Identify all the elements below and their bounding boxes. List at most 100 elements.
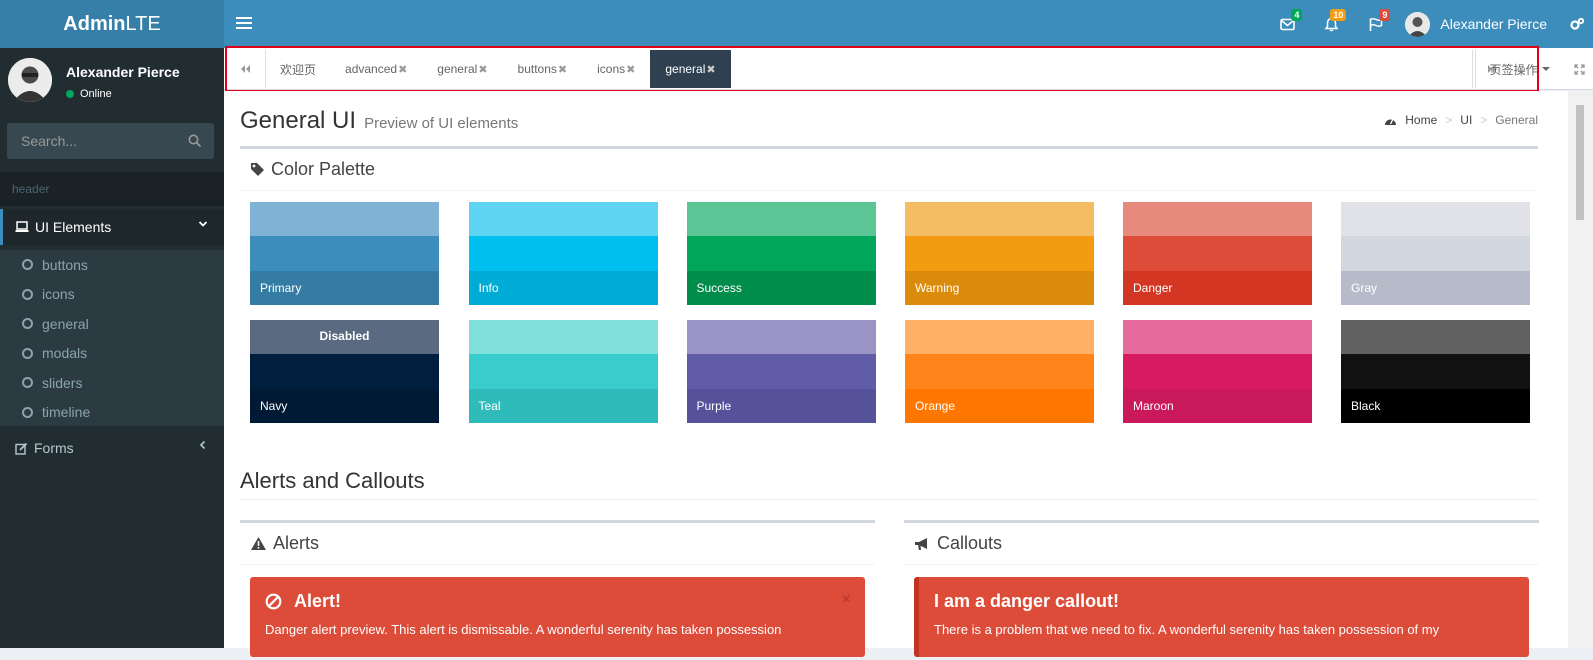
sidebar-user-name: Alexander Pierce [66, 64, 180, 80]
sidebar-item-forms[interactable]: Forms [0, 430, 224, 466]
swatch-label: Teal [478, 399, 501, 413]
swatch-label: Purple [696, 399, 732, 413]
main-sidebar: Alexander Pierce Online Search... header… [0, 48, 224, 648]
color-swatch-navy: Disabled Navy [250, 320, 439, 423]
scrollbar[interactable] [1568, 91, 1593, 648]
chevron-down-icon [198, 221, 208, 227]
sidebar-item-sliders[interactable]: sliders [0, 368, 224, 398]
color-swatch-info: Info [468, 202, 658, 305]
tab-general[interactable]: general ✖ [422, 50, 502, 88]
dashboard-icon [1385, 118, 1397, 125]
tab-buttons[interactable]: buttons ✖ [503, 50, 583, 88]
tasks-button[interactable]: 9 [1353, 0, 1397, 48]
page-subtitle: Preview of UI elements [364, 115, 519, 132]
tab-list: 欢迎页 advanced ✖ general ✖ buttons ✖ icons ✖ g… [266, 50, 731, 88]
chevron-left-icon [199, 440, 206, 450]
navbar-right: 4 10 9 Alexander Pierce [1265, 0, 1593, 48]
color-swatch-success: Success [686, 202, 876, 305]
tasks-badge: 9 [1379, 9, 1391, 21]
sidebar-search-input[interactable]: Search... [7, 123, 214, 159]
scrollbar-thumb[interactable] [1576, 105, 1584, 220]
swatch-label: Black [1351, 399, 1381, 413]
user-status: Online [66, 88, 112, 100]
close-icon[interactable]: × [842, 591, 851, 609]
swatch-label: Warning [915, 281, 960, 295]
expand-icon [1573, 63, 1585, 75]
tabs-scroll-left-button[interactable] [226, 50, 266, 88]
sidebar-toggle-icon[interactable] [236, 14, 252, 34]
color-swatch-orange: Orange [905, 320, 1094, 423]
logo[interactable]: AdminLTE [0, 0, 224, 48]
close-tab-icon[interactable]: ✖ [398, 63, 407, 76]
color-swatch-danger: Danger [1123, 202, 1312, 305]
color-palette-box: Color Palette Primary Info Success Warning D… [240, 146, 1538, 448]
tag-icon [251, 163, 264, 176]
swatch-label: Danger [1133, 281, 1173, 295]
page-title: General UI Preview of UI elements [240, 107, 519, 134]
close-tab-icon[interactable]: ✖ [706, 63, 715, 76]
color-swatch-purple: Purple [686, 320, 876, 423]
alerts-box: Alerts Alert! Danger alert preview. This… [240, 520, 875, 660]
swatch-label: Orange [915, 399, 956, 413]
laptop-icon [15, 221, 29, 232]
close-tab-icon[interactable]: ✖ [558, 63, 567, 76]
tab-welcome[interactable]: 欢迎页 [266, 50, 330, 88]
color-swatch-primary: Primary [250, 202, 439, 305]
sidebar-item-timeline[interactable]: timeline [0, 398, 224, 428]
close-tab-icon[interactable]: ✖ [478, 63, 487, 76]
disabled-label: Disabled [319, 329, 370, 343]
callout-text: There is a problem that we need to fix. … [934, 622, 1440, 637]
fullscreen-button[interactable] [1565, 50, 1593, 88]
sidebar-submenu: buttons icons general modals sliders tim… [0, 250, 224, 426]
danger-callout: I am a danger callout! There is a proble… [914, 577, 1529, 657]
circle-icon [22, 406, 33, 418]
tab-operations-dropdown[interactable]: 页签操作 [1475, 50, 1563, 88]
color-swatch-black: Black [1341, 320, 1530, 423]
caret-down-icon [1541, 67, 1550, 71]
color-swatch-gray: Gray [1341, 202, 1530, 305]
online-dot-icon [66, 90, 74, 98]
content-wrapper: General UI Preview of UI elements Home > … [224, 91, 1568, 657]
messages-button[interactable]: 4 [1265, 0, 1309, 48]
warning-icon [251, 537, 266, 550]
alerts-section-title: Alerts and Callouts [240, 468, 425, 493]
tab-bar: 欢迎页 advanced ✖ general ✖ buttons ✖ icons ✖ g… [224, 48, 1593, 90]
swatch-label: Gray [1351, 281, 1378, 295]
tab-icons[interactable]: icons ✖ [582, 50, 650, 88]
box-header: Color Palette [240, 149, 1538, 191]
swatch-label: Maroon [1133, 399, 1174, 413]
edit-icon [15, 442, 28, 455]
main-header: AdminLTE 4 10 9 Alexander Pierce [0, 0, 1593, 48]
color-swatch-maroon: Maroon [1123, 320, 1312, 423]
tab-general-active[interactable]: general ✖ [650, 50, 731, 88]
close-tab-icon[interactable]: ✖ [626, 63, 635, 76]
sidebar-item-icons[interactable]: icons [0, 280, 224, 310]
swatch-label: Success [696, 281, 742, 295]
user-menu[interactable]: Alexander Pierce [1397, 0, 1561, 48]
breadcrumb-home[interactable]: Home [1405, 113, 1437, 127]
swatch-label: Navy [260, 399, 288, 413]
callouts-box: Callouts I am a danger callout! There is… [904, 520, 1539, 660]
control-sidebar-button[interactable] [1561, 0, 1593, 48]
notifications-badge: 10 [1330, 9, 1347, 21]
circle-icon [22, 288, 33, 300]
avatar [1405, 11, 1431, 37]
sidebar-item-ui-elements[interactable]: UI Elements [0, 209, 224, 245]
tab-advanced[interactable]: advanced ✖ [330, 50, 422, 88]
section-divider [240, 499, 1538, 500]
bullhorn-icon [915, 537, 927, 550]
sidebar-item-general[interactable]: general [0, 309, 224, 339]
color-swatch-warning: Warning [905, 202, 1094, 305]
swatch-label: Info [478, 281, 499, 295]
sidebar-item-buttons[interactable]: buttons [0, 250, 224, 280]
breadcrumb-ui[interactable]: UI [1460, 113, 1472, 127]
notifications-button[interactable]: 10 [1309, 0, 1353, 48]
box-header: Callouts [904, 523, 1539, 565]
search-icon[interactable] [188, 134, 202, 148]
sidebar-item-modals[interactable]: modals [0, 339, 224, 369]
swatch-label: Primary [260, 281, 302, 295]
avatar [8, 58, 52, 102]
circle-icon [22, 377, 33, 389]
alert-text: Danger alert preview. This alert is dism… [265, 622, 782, 637]
breadcrumb: Home > UI > General [1384, 113, 1538, 127]
